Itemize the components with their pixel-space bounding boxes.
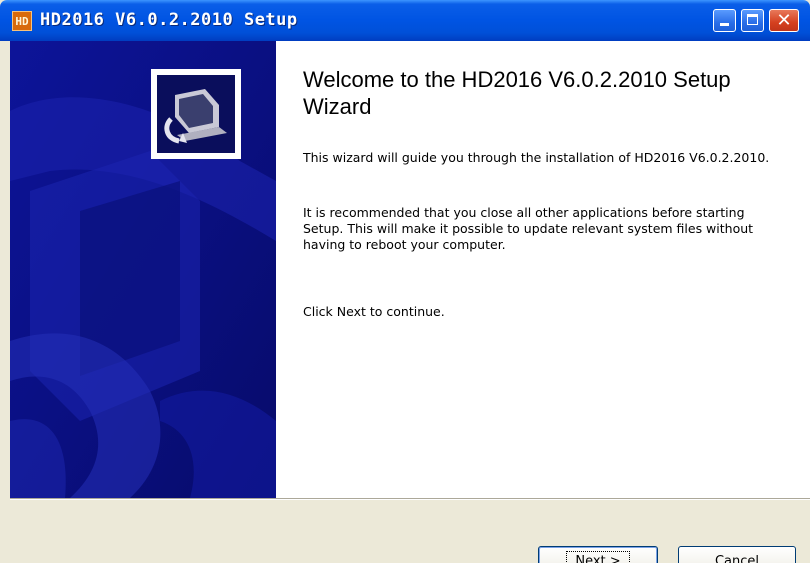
- cancel-button[interactable]: Cancel: [678, 546, 796, 563]
- continue-paragraph: Click Next to continue.: [303, 304, 445, 319]
- minimize-button[interactable]: [713, 9, 736, 32]
- window-title: HD2016 V6.0.2.2010 Setup: [40, 10, 298, 30]
- maximize-icon: [747, 14, 758, 25]
- intro-paragraph: This wizard will guide you through the i…: [303, 150, 770, 165]
- wizard-title: Welcome to the HD2016 V6.0.2.2010 Setup …: [303, 67, 731, 119]
- installer-icon-frame: [151, 69, 241, 159]
- minimize-icon: [720, 23, 729, 26]
- maximize-button[interactable]: [741, 9, 764, 32]
- title-bar[interactable]: HD HD2016 V6.0.2.2010 Setup ✕: [0, 0, 810, 41]
- recommendation-paragraph: It is recommended that you close all oth…: [303, 205, 754, 252]
- app-icon[interactable]: HD: [12, 11, 32, 31]
- next-button[interactable]: Next >: [538, 546, 658, 563]
- next-label: ext >: [585, 554, 621, 563]
- installer-computer-icon: [157, 75, 235, 153]
- close-icon: ✕: [776, 10, 792, 31]
- next-accelerator: N: [575, 554, 586, 563]
- setup-window: HD HD2016 V6.0.2.2010 Setup ✕ Welcome to…: [0, 0, 810, 563]
- next-button-focus: Next >: [566, 551, 630, 563]
- close-button[interactable]: ✕: [769, 9, 799, 32]
